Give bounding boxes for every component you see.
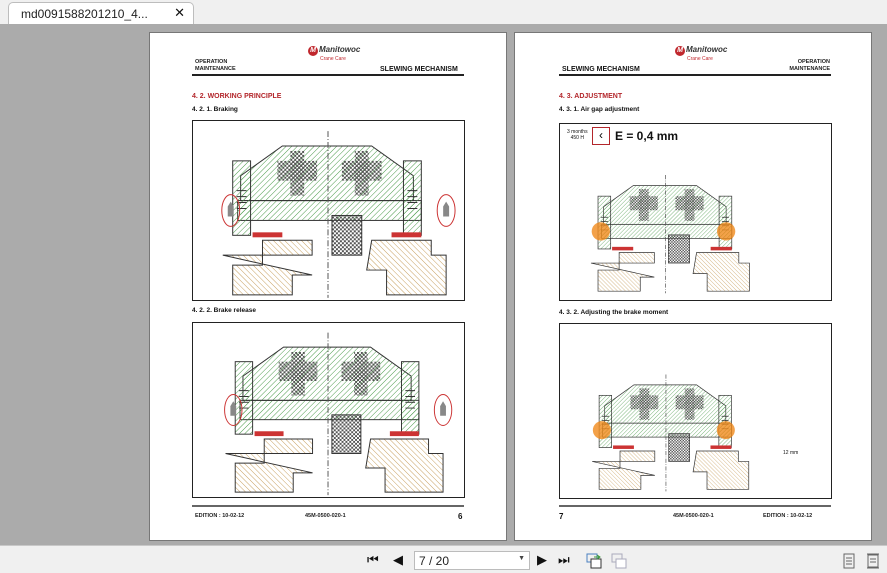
close-icon[interactable]: ✕ bbox=[174, 5, 185, 21]
document-tab[interactable]: md0091588201210_4... ✕ bbox=[8, 2, 194, 24]
navigation-toolbar: ⏮ ◀ 7 / 20 ▼ ▶ ⏭ bbox=[0, 545, 887, 573]
continuous-view-icon[interactable] bbox=[867, 553, 879, 569]
page-number: 7 bbox=[559, 512, 564, 521]
mechanism-drawing bbox=[590, 175, 750, 294]
subsection-heading: 4. 3. 2. Adjusting the brake moment bbox=[559, 309, 669, 316]
section-heading: 4. 2. WORKING PRINCIPLE bbox=[192, 93, 282, 100]
mechanism-drawing bbox=[592, 374, 750, 492]
section-heading: 4. 3. ADJUSTMENT bbox=[559, 93, 623, 100]
header-rule bbox=[192, 74, 464, 76]
page-6: M Manitowoc Crane Care OPERATION MAINTENAN… bbox=[149, 32, 507, 541]
next-page-button[interactable]: ▶ bbox=[537, 552, 547, 568]
footer-code: 45M-0500-020-1 bbox=[673, 513, 714, 519]
single-page-view-icon[interactable] bbox=[843, 553, 855, 569]
manitowoc-logo: M Manitowoc Crane Care bbox=[675, 45, 727, 62]
page-selector[interactable]: 7 / 20 ▼ bbox=[414, 551, 530, 570]
header-title: SLEWING MECHANISM bbox=[380, 66, 458, 73]
brake-release-diagram bbox=[192, 322, 465, 498]
mechanism-drawing bbox=[224, 332, 453, 496]
tab-bar: md0091588201210_4... ✕ bbox=[0, 0, 887, 24]
subsection-heading: 4. 3. 1. Air gap adjustment bbox=[559, 106, 640, 113]
header-rule bbox=[559, 74, 831, 76]
previous-page-button[interactable]: ◀ bbox=[393, 552, 403, 568]
subsection-heading: 4. 2. 2. Brake release bbox=[192, 307, 256, 314]
footer-rule bbox=[192, 505, 464, 507]
page-selector-value: 7 / 20 bbox=[419, 554, 450, 568]
footer-code: 45M-0500-020-1 bbox=[305, 513, 346, 519]
air-gap-diagram bbox=[559, 123, 832, 301]
gap-formula: E = 0,4 mm bbox=[615, 129, 679, 143]
fit-width-icon[interactable] bbox=[610, 552, 628, 570]
interval-label: 3 months 450 H bbox=[567, 129, 588, 141]
subsection-heading: 4. 2. 1. Braking bbox=[192, 106, 238, 113]
header-maintenance: MAINTENANCE bbox=[789, 66, 830, 72]
footer-rule bbox=[559, 505, 831, 507]
last-page-button[interactable]: ⏭ bbox=[558, 552, 570, 568]
header-title: SLEWING MECHANISM bbox=[562, 66, 640, 73]
brake-symbol-icon: ‹ bbox=[592, 127, 610, 145]
brake-moment-diagram bbox=[559, 323, 832, 499]
manitowoc-logo: M Manitowoc Crane Care bbox=[308, 45, 360, 62]
mechanism-drawing bbox=[221, 131, 456, 298]
dimension-label: 12 mm bbox=[783, 450, 799, 456]
footer-edition: EDITION : 10-02-12 bbox=[195, 513, 245, 519]
page-number: 6 bbox=[458, 512, 463, 521]
page-7: M Manitowoc Crane Care SLEWING MECHANISM O… bbox=[514, 32, 872, 541]
footer-edition: EDITION : 10-02-12 bbox=[763, 513, 813, 519]
chevron-down-icon: ▼ bbox=[518, 555, 525, 562]
tab-title: md0091588201210_4... bbox=[21, 7, 148, 21]
braking-diagram bbox=[192, 120, 465, 301]
first-page-button[interactable]: ⏮ bbox=[367, 552, 379, 568]
fit-page-icon[interactable] bbox=[585, 552, 603, 570]
document-view: M Manitowoc Crane Care OPERATION MAINTENAN… bbox=[0, 24, 887, 545]
header-maintenance: MAINTENANCE bbox=[195, 66, 236, 72]
